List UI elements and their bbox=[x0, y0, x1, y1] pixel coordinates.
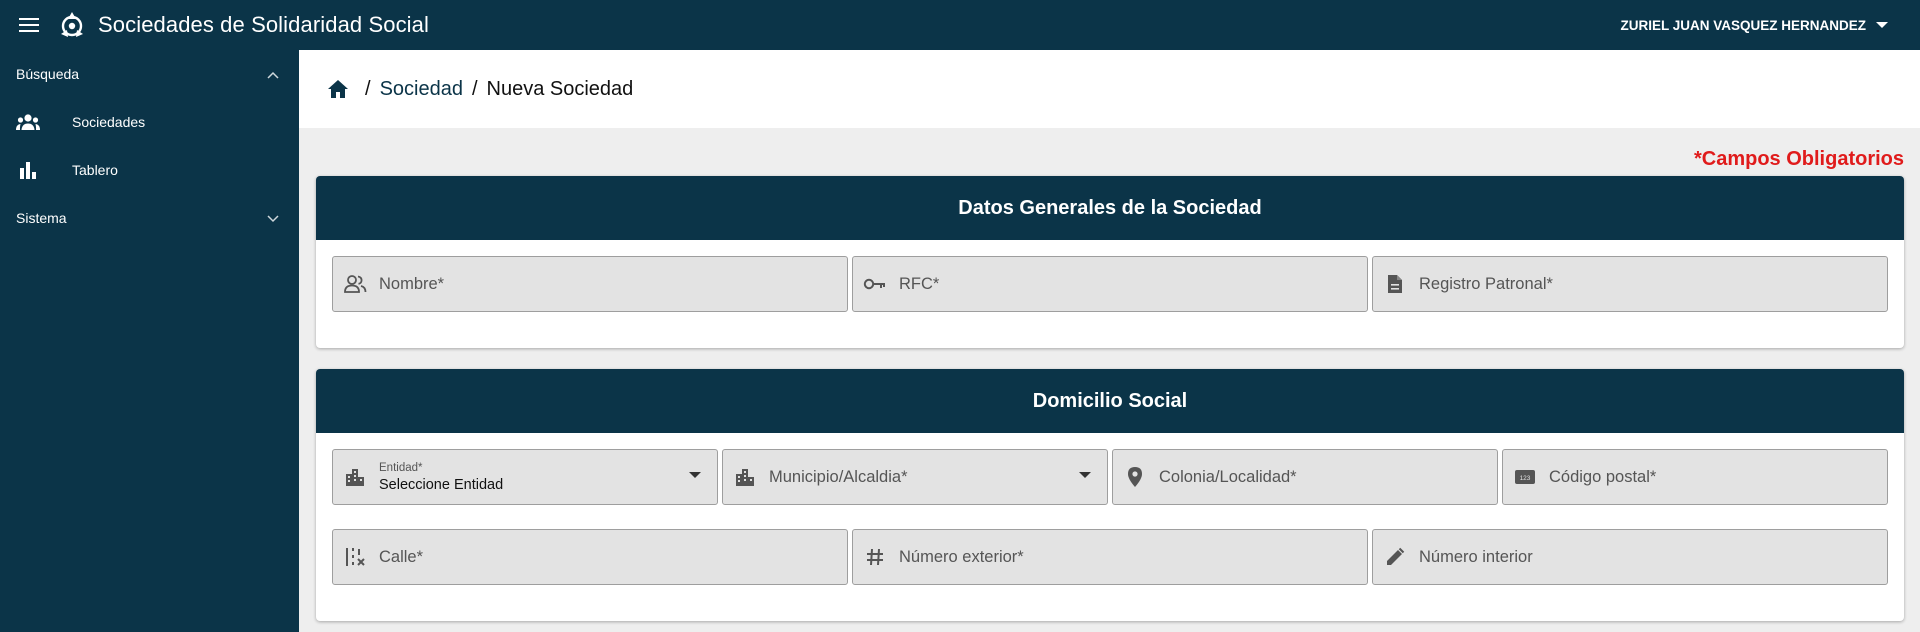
municipio-select[interactable]: Municipio/Alcaldia* bbox=[722, 449, 1108, 505]
menu-icon[interactable] bbox=[16, 12, 42, 38]
card-title: Datos Generales de la Sociedad bbox=[316, 176, 1904, 240]
sidebar-group-busqueda[interactable]: Búsqueda bbox=[0, 50, 299, 98]
sidebar-item-label: Tablero bbox=[72, 162, 118, 178]
breadcrumb: / Sociedad / Nueva Sociedad bbox=[299, 50, 1920, 128]
top-app-bar: Sociedades de Solidaridad Social ZURIEL … bbox=[0, 0, 1920, 50]
breadcrumb-link-sociedad[interactable]: Sociedad bbox=[380, 78, 463, 101]
calle-field[interactable]: Calle* bbox=[332, 529, 848, 585]
key-icon bbox=[863, 272, 887, 296]
sidebar-item-label: Sociedades bbox=[72, 114, 146, 130]
numero-exterior-field[interactable]: Número exterior* bbox=[852, 529, 1368, 585]
sidebar: Búsqueda Sociedades Tablero Sistema bbox=[0, 50, 299, 632]
sidebar-group-label: Sistema bbox=[16, 210, 67, 226]
arrow-drop-down-icon bbox=[689, 472, 701, 478]
nombre-field[interactable]: Nombre* bbox=[332, 256, 848, 312]
sidebar-group-sistema[interactable]: Sistema bbox=[0, 194, 299, 242]
colonia-placeholder: Colonia/Localidad* bbox=[1159, 467, 1297, 486]
codigo-postal-placeholder: Código postal* bbox=[1549, 467, 1657, 486]
arrow-drop-down-icon bbox=[1079, 472, 1091, 478]
groups-icon bbox=[16, 110, 40, 134]
road-icon bbox=[343, 545, 367, 569]
user-menu[interactable]: ZURIEL JUAN VASQUEZ HERNANDEZ bbox=[1620, 0, 1888, 50]
calle-placeholder: Calle* bbox=[379, 547, 424, 566]
svg-text:123: 123 bbox=[1520, 475, 1531, 482]
number-123-icon: 123 bbox=[1513, 465, 1537, 489]
app-title: Sociedades de Solidaridad Social bbox=[98, 12, 429, 37]
card-general-data: Datos Generales de la Sociedad Nombre* R… bbox=[316, 176, 1904, 348]
entidad-label: Entidad* bbox=[379, 461, 423, 474]
city-icon bbox=[733, 465, 757, 489]
bar-chart-icon bbox=[16, 158, 40, 182]
location-pin-icon bbox=[1123, 465, 1147, 489]
municipio-placeholder: Municipio/Alcaldia* bbox=[769, 467, 908, 486]
city-icon bbox=[343, 465, 367, 489]
numero-interior-placeholder: Número interior bbox=[1419, 547, 1533, 566]
breadcrumb-separator: / bbox=[365, 77, 371, 100]
entidad-value: Seleccione Entidad bbox=[379, 476, 504, 493]
document-icon bbox=[1383, 272, 1407, 296]
sidebar-item-sociedades[interactable]: Sociedades bbox=[0, 98, 299, 146]
pencil-icon bbox=[1383, 545, 1407, 569]
codigo-postal-field[interactable]: 123 Código postal* bbox=[1502, 449, 1888, 505]
arrow-drop-down-icon bbox=[1876, 16, 1888, 34]
nombre-placeholder: Nombre* bbox=[379, 274, 445, 293]
people-outline-icon bbox=[343, 272, 367, 296]
registro-patronal-placeholder: Registro Patronal* bbox=[1419, 274, 1553, 293]
numero-exterior-placeholder: Número exterior* bbox=[899, 547, 1024, 566]
sidebar-item-tablero[interactable]: Tablero bbox=[0, 146, 299, 194]
card-title: Domicilio Social bbox=[316, 369, 1904, 433]
chevron-up-icon bbox=[267, 66, 279, 82]
entidad-select[interactable]: Entidad* Seleccione Entidad bbox=[332, 449, 718, 505]
rfc-placeholder: RFC* bbox=[899, 274, 940, 293]
hash-icon bbox=[863, 545, 887, 569]
user-name: ZURIEL JUAN VASQUEZ HERNANDEZ bbox=[1620, 17, 1866, 33]
chevron-down-icon bbox=[267, 210, 279, 226]
breadcrumb-current: Nueva Sociedad bbox=[486, 77, 634, 100]
home-icon[interactable] bbox=[325, 76, 351, 102]
breadcrumb-separator: / bbox=[471, 77, 478, 100]
required-fields-note: *Campos Obligatorios bbox=[1693, 148, 1904, 170]
numero-interior-field[interactable]: Número interior bbox=[1372, 529, 1888, 585]
registro-patronal-field[interactable]: Registro Patronal* bbox=[1372, 256, 1888, 312]
main-content: / Sociedad / Nueva Sociedad *Campos Obli… bbox=[299, 50, 1920, 632]
rfc-field[interactable]: RFC* bbox=[852, 256, 1368, 312]
colonia-field[interactable]: Colonia/Localidad* bbox=[1112, 449, 1498, 505]
app-logo-icon bbox=[56, 9, 88, 41]
sidebar-group-label: Búsqueda bbox=[16, 66, 80, 82]
card-domicilio-social: Domicilio Social Entidad* Seleccione Ent… bbox=[316, 369, 1904, 621]
